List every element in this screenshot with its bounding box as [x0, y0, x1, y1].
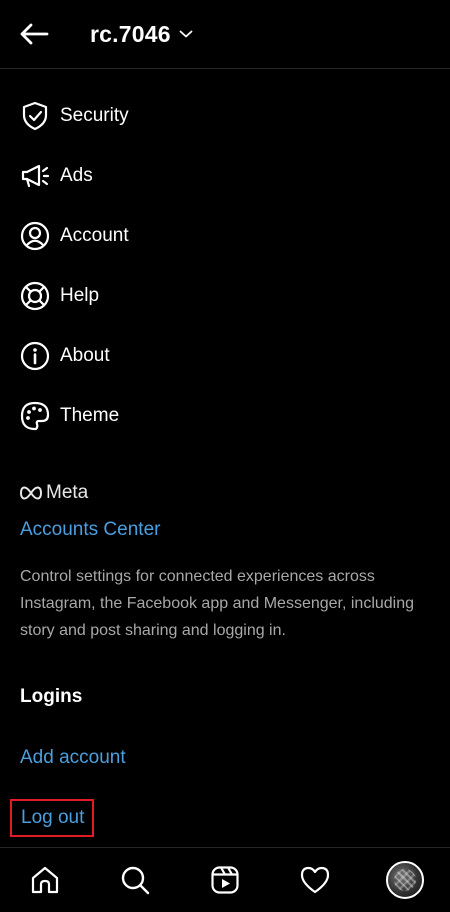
accounts-center-description: Control settings for connected experienc…	[20, 568, 415, 639]
menu-item-about[interactable]: About	[0, 326, 450, 386]
menu-item-label: Account	[60, 225, 129, 246]
accounts-center-link[interactable]: Accounts Center	[20, 519, 160, 541]
megaphone-icon	[20, 161, 50, 191]
settings-menu: Security Ads Account Help About Theme	[0, 86, 450, 446]
menu-item-ads[interactable]: Ads	[0, 146, 450, 206]
add-account-link[interactable]: Add account	[20, 747, 126, 769]
nav-home-button[interactable]	[21, 856, 69, 904]
profile-avatar	[386, 861, 424, 899]
menu-item-label: Security	[60, 105, 129, 126]
top-app-bar: rc.7046	[0, 0, 450, 69]
back-button[interactable]	[16, 18, 52, 50]
palette-icon	[20, 401, 50, 431]
menu-item-help[interactable]: Help	[0, 266, 450, 326]
username-title: rc.7046	[90, 20, 171, 47]
account-switcher[interactable]: rc.7046	[90, 18, 193, 50]
menu-item-label: Theme	[60, 405, 120, 426]
menu-item-account[interactable]: Account	[0, 206, 450, 266]
menu-item-theme[interactable]: Theme	[0, 386, 450, 446]
meta-logo: Meta	[20, 482, 88, 504]
menu-item-label: About	[60, 345, 110, 366]
nav-reels-button[interactable]	[201, 856, 249, 904]
logins-heading: Logins	[20, 686, 83, 707]
nav-profile-button[interactable]	[381, 856, 429, 904]
menu-item-label: Help	[60, 285, 100, 306]
search-icon	[121, 866, 150, 895]
arrow-left-icon	[20, 23, 49, 45]
nav-search-button[interactable]	[111, 856, 159, 904]
shield-check-icon	[20, 101, 50, 131]
menu-item-label: Ads	[60, 165, 93, 186]
meta-logo-text: Meta	[46, 482, 89, 503]
home-icon	[31, 866, 59, 894]
user-circle-icon	[20, 221, 50, 251]
info-circle-icon	[20, 341, 50, 371]
logout-link[interactable]: Log out	[21, 807, 84, 829]
menu-item-security[interactable]: Security	[0, 86, 450, 146]
reels-icon	[211, 866, 239, 894]
heart-icon	[300, 866, 330, 894]
meta-infinity-icon	[20, 486, 42, 500]
chevron-down-icon	[179, 30, 193, 38]
lifebuoy-icon	[20, 281, 50, 311]
logout-highlight[interactable]: Log out	[10, 799, 94, 837]
bottom-navigation	[0, 847, 450, 912]
nav-activity-button[interactable]	[291, 856, 339, 904]
